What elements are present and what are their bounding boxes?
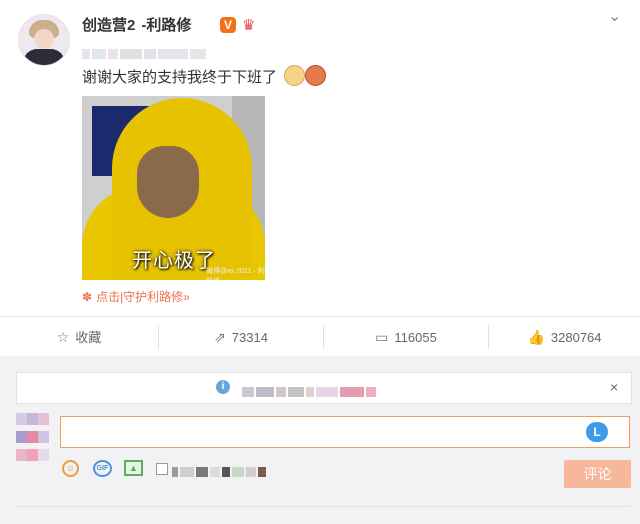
- repost-checkbox[interactable]: [156, 463, 168, 475]
- flower-icon: ✽: [82, 290, 93, 304]
- action-bar: ☆ 收藏 ⇗ 73314 ▭ 116055 👍 3280764: [0, 316, 640, 358]
- gif-icon[interactable]: GIF: [93, 460, 112, 477]
- like-button[interactable]: 👍 3280764: [489, 317, 640, 357]
- author-name[interactable]: 创造营2 -利路修: [82, 14, 191, 35]
- divider: [16, 506, 630, 507]
- repost-button[interactable]: ⇗ 73314: [159, 317, 323, 357]
- post-text: 谢谢大家的支持我终于下班了: [82, 69, 278, 86]
- image-caption: 开心极了: [132, 250, 216, 272]
- comment-input[interactable]: [60, 416, 630, 448]
- submit-comment-button[interactable]: 评论: [564, 460, 631, 488]
- comment-icon: ▭: [375, 329, 389, 345]
- image-icon[interactable]: ▲: [124, 460, 143, 476]
- guard-link[interactable]: ✽ 点击|守护利路修»: [82, 288, 190, 305]
- thumbs-up-icon: 👍: [527, 329, 545, 345]
- info-icon: i: [216, 380, 230, 394]
- verified-icon: V: [220, 17, 236, 33]
- share-icon: ⇗: [214, 329, 226, 345]
- dog-face-emoji-icon: [284, 65, 305, 86]
- comment-count: 116055: [394, 330, 437, 345]
- monkey-emoji-icon: [305, 65, 326, 86]
- notice-text-blurred: [242, 383, 402, 397]
- favorite-label: 收藏: [75, 330, 102, 345]
- commenter-avatar[interactable]: [16, 412, 50, 461]
- repost-count: 73314: [231, 330, 268, 345]
- repost-label-blurred: [172, 463, 292, 477]
- l-badge-icon[interactable]: L: [586, 422, 608, 442]
- guard-link-text: 点击|守护利路修»: [96, 290, 190, 304]
- close-icon[interactable]: ×: [610, 379, 618, 395]
- like-count: 3280764: [550, 330, 602, 345]
- favorite-button[interactable]: ☆ 收藏: [0, 317, 158, 357]
- comment-button[interactable]: ▭ 116055: [324, 317, 488, 357]
- chevron-down-icon[interactable]: ⌄: [608, 6, 621, 26]
- post-image[interactable]: 开心极了 微博@xx 2021 · 利路修: [82, 96, 265, 280]
- crown-icon: ♛: [242, 17, 256, 34]
- emoji-icon[interactable]: ☺: [62, 460, 79, 477]
- post-meta-blurred: [82, 45, 252, 59]
- image-watermark: 微博@xx 2021 · 利路修: [206, 268, 265, 280]
- star-icon: ☆: [56, 329, 70, 345]
- author-avatar[interactable]: [18, 14, 70, 66]
